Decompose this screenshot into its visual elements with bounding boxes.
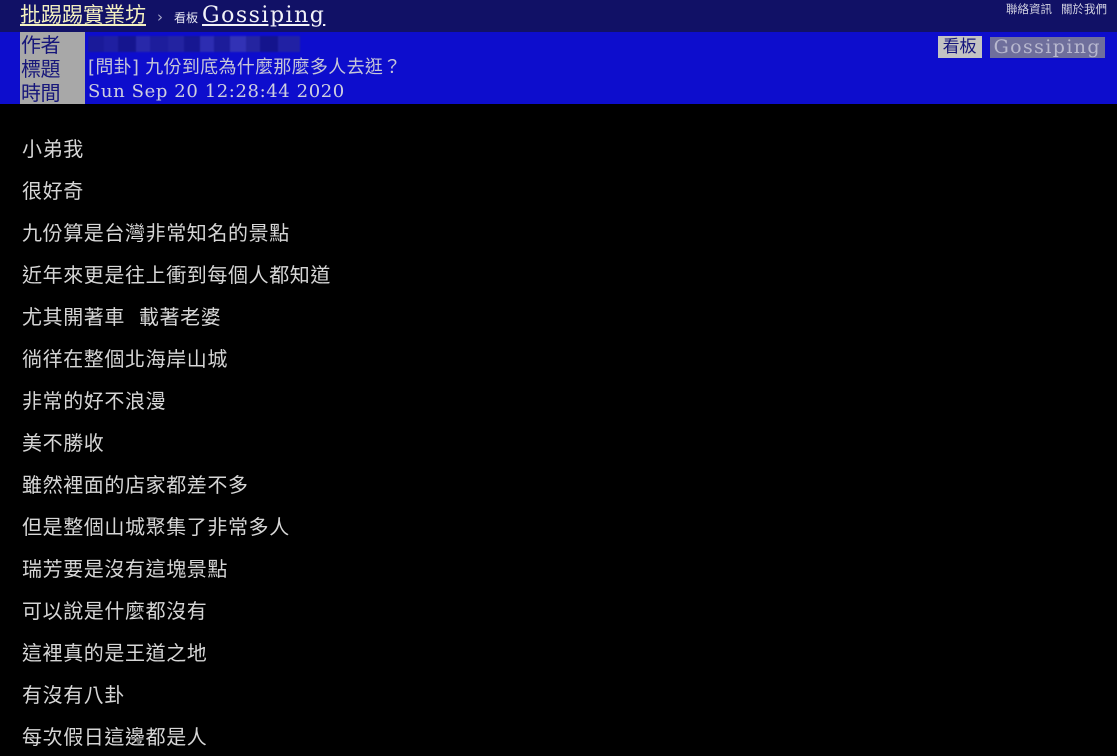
meta-label-time: 時間 <box>21 81 61 104</box>
article-body: 小弟我很好奇九份算是台灣非常知名的景點近年來更是往上衝到每個人都知道 尤其開著車 … <box>0 104 1117 756</box>
chevron-right-icon: › <box>157 8 163 26</box>
article-body-line: 非常的好不浪漫 <box>22 389 167 413</box>
board-badge: 看板 Gossiping <box>937 36 1105 58</box>
nav-link-contact[interactable]: 聯絡資訊 <box>1006 3 1052 16</box>
nav-links-group: 聯絡資訊 關於我們 <box>1006 3 1107 16</box>
breadcrumb-board-label: 看板 <box>174 11 199 25</box>
article-body-line: 小弟我 <box>22 137 84 161</box>
article-meta-block: 作者 標題 時間 [問卦] 九份到底為什麼那麼多人去逛？ Sun Sep 20 … <box>0 32 1117 104</box>
article-body-line: 這裡真的是王道之地 <box>22 641 208 665</box>
article-body-line: 徜徉在整個北海岸山城 <box>22 347 228 371</box>
article-body-line: 每次假日這邊都是人 <box>22 725 208 749</box>
article-body-line: 九份算是台灣非常知名的景點 <box>22 221 290 245</box>
breadcrumb-board-link[interactable]: Gossiping <box>202 5 325 27</box>
article-body-line: 美不勝收 <box>22 431 105 455</box>
top-navigation-bar: 批踢踢實業坊 › 看板 Gossiping 聯絡資訊 關於我們 <box>0 0 1117 32</box>
article-body-line: 瑞芳要是沒有這塊景點 <box>22 557 228 581</box>
article-timestamp: Sun Sep 20 12:28:44 2020 <box>88 81 345 102</box>
breadcrumb: 批踢踢實業坊 › 看板 Gossiping <box>20 5 325 27</box>
author-name-redacted <box>88 36 300 52</box>
article-body-line: 有沒有八卦 <box>22 683 125 707</box>
article-body-line: 近年來更是往上衝到每個人都知道 <box>22 263 331 287</box>
article-body-line: 可以說是什麼都沒有 <box>22 599 208 623</box>
article-title: [問卦] 九份到底為什麼那麼多人去逛？ <box>88 57 402 78</box>
article-meta-label-column: 作者 標題 時間 <box>20 32 85 104</box>
article-body-line: 雖然裡面的店家都差不多 <box>22 473 249 497</box>
article-body-line: 尤其開著車 載著老婆 <box>22 305 222 329</box>
board-badge-label: 看板 <box>937 36 982 58</box>
article-body-line: 但是整個山城聚集了非常多人 <box>22 515 290 539</box>
meta-label-title: 標題 <box>21 57 61 81</box>
board-badge-name: Gossiping <box>989 36 1105 58</box>
site-title-link[interactable]: 批踢踢實業坊 <box>20 5 146 26</box>
meta-label-author: 作者 <box>21 33 61 57</box>
article-body-line: 很好奇 <box>22 179 84 203</box>
nav-link-about[interactable]: 關於我們 <box>1061 3 1107 16</box>
